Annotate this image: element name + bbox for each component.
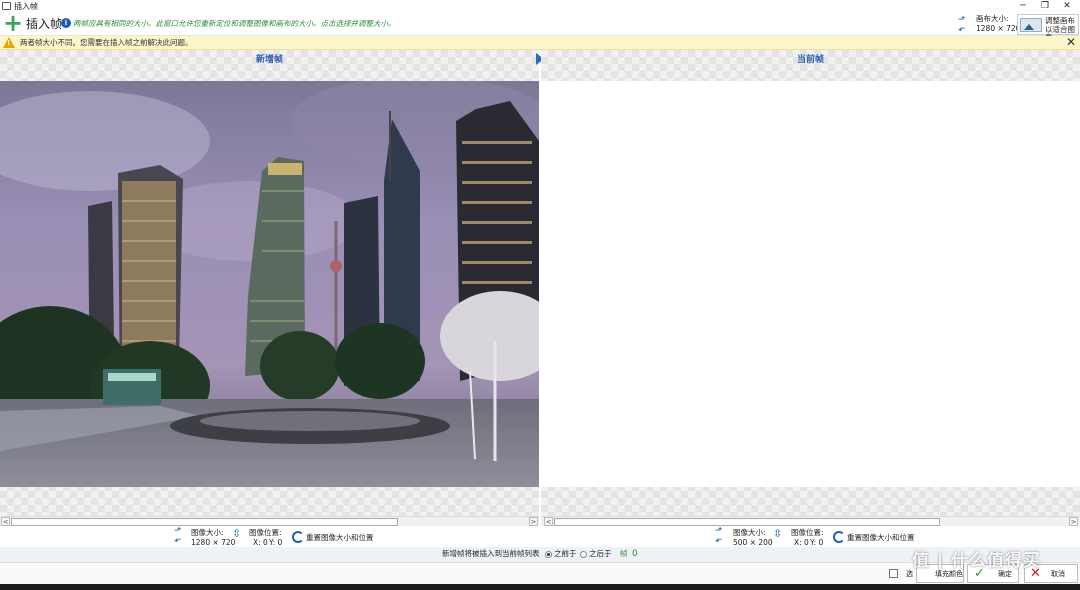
new-frame-title: 新增帧 [255, 55, 283, 65]
current-frame-image[interactable] [541, 81, 1080, 487]
warning-icon: ! [3, 37, 15, 48]
fill-checkbox[interactable] [889, 569, 898, 578]
dialog-title: 插入帧 [26, 17, 63, 31]
image-size-value: 1280 × 720 [191, 538, 236, 547]
scroll-right-button[interactable]: > [1069, 517, 1078, 526]
image-icon [1020, 18, 1042, 32]
image-size-icon: ⬏ ⬐ [174, 526, 182, 545]
left-scroll-thumb[interactable] [11, 518, 398, 526]
image-position-label: 图像位置: [791, 528, 824, 537]
after-radio[interactable] [580, 551, 587, 558]
image-pos-x: X: 0 [794, 538, 809, 547]
canvas-size-icon: ⬏ ⬐ [958, 15, 966, 34]
scroll-left-button[interactable]: < [544, 517, 553, 526]
before-radio[interactable] [545, 551, 552, 558]
close-window-button[interactable]: ✕ [1056, 0, 1078, 13]
window-titlebar: 插入帧 ─ ❐ ✕ [0, 0, 1080, 13]
image-size-label: 图像大小: [733, 528, 766, 537]
new-frame-info-bar: ⬏ ⬐ 图像大小: 1280 × 720 ⇳ 图像位置: X: 0 Y: 0 重置… [0, 526, 539, 548]
site-watermark: 值 | 什么值得买 [912, 551, 1042, 571]
taskbar-strip [0, 584, 1080, 590]
minimize-button[interactable]: ─ [1012, 0, 1034, 13]
insert-position-text: 新增帧将被插入到当前帧列表 [442, 549, 540, 558]
reset-image-button[interactable]: 重置图像大小和位置 [306, 533, 374, 542]
new-frame-image[interactable] [0, 81, 539, 487]
before-label[interactable]: 之前于 [554, 547, 577, 561]
image-position-label: 图像位置: [249, 528, 282, 537]
fit-canvas-button[interactable]: 调整画布以适合图像 [1017, 14, 1079, 42]
dialog-description: 两帧应具有相同的大小。此窗口允许您重新定位和调整图像和画布的大小。点击选择并调整… [73, 19, 396, 28]
canvas-size-value: 1280 × 720 [976, 24, 1021, 33]
restore-button[interactable]: ❐ [1034, 0, 1056, 13]
city-photo [0, 81, 539, 487]
frame-label: 帧 [620, 549, 628, 558]
reset-icon[interactable] [833, 531, 845, 543]
current-frame-pane: 当前帧 [541, 50, 1080, 517]
right-horizontal-scrollbar[interactable]: < > [541, 516, 1080, 526]
new-frame-pane: 新增帧 [0, 50, 539, 517]
warning-text: 两者帧大小不同。您需要在插入帧之前解决此问题。 [20, 38, 193, 47]
scroll-left-button[interactable]: < [1, 517, 10, 526]
plus-icon: + [3, 9, 24, 37]
canvas-size-label: 画布大小: [976, 14, 1009, 23]
image-size-label: 图像大小: [191, 528, 224, 537]
reset-icon[interactable] [292, 531, 304, 543]
after-label[interactable]: 之后于 [589, 547, 612, 561]
scroll-right-button[interactable]: > [529, 517, 538, 526]
image-size-icon: ⬏ ⬐ [715, 526, 723, 545]
current-frame-info-bar: ⬏ ⬐ 图像大小: 500 × 200 ⇳ 图像位置: X: 0 Y: 0 重置图… [541, 526, 1080, 548]
dialog-header: + 插入帧 i 两帧应具有相同的大小。此窗口允许您重新定位和调整图像和画布的大小… [0, 9, 1080, 42]
reset-image-button[interactable]: 重置图像大小和位置 [847, 533, 915, 542]
left-horizontal-scrollbar[interactable]: < > [0, 516, 539, 526]
right-scroll-thumb[interactable] [554, 518, 940, 526]
warning-close-button[interactable]: ✕ [1066, 36, 1076, 49]
image-position-icon: ⇳ [773, 527, 783, 540]
current-frame-title: 当前帧 [796, 55, 824, 65]
image-pos-y: Y: 0 [269, 538, 283, 547]
info-icon: i [61, 18, 71, 28]
image-size-value: 500 × 200 [733, 538, 773, 547]
image-pos-y: Y: 0 [810, 538, 824, 547]
image-position-icon: ⇳ [232, 527, 242, 540]
image-pos-x: X: 0 [253, 538, 268, 547]
warning-bar: ! 两者帧大小不同。您需要在插入帧之前解决此问题。 ✕ [0, 36, 1080, 50]
frame-number-input[interactable]: 0 [632, 547, 638, 561]
